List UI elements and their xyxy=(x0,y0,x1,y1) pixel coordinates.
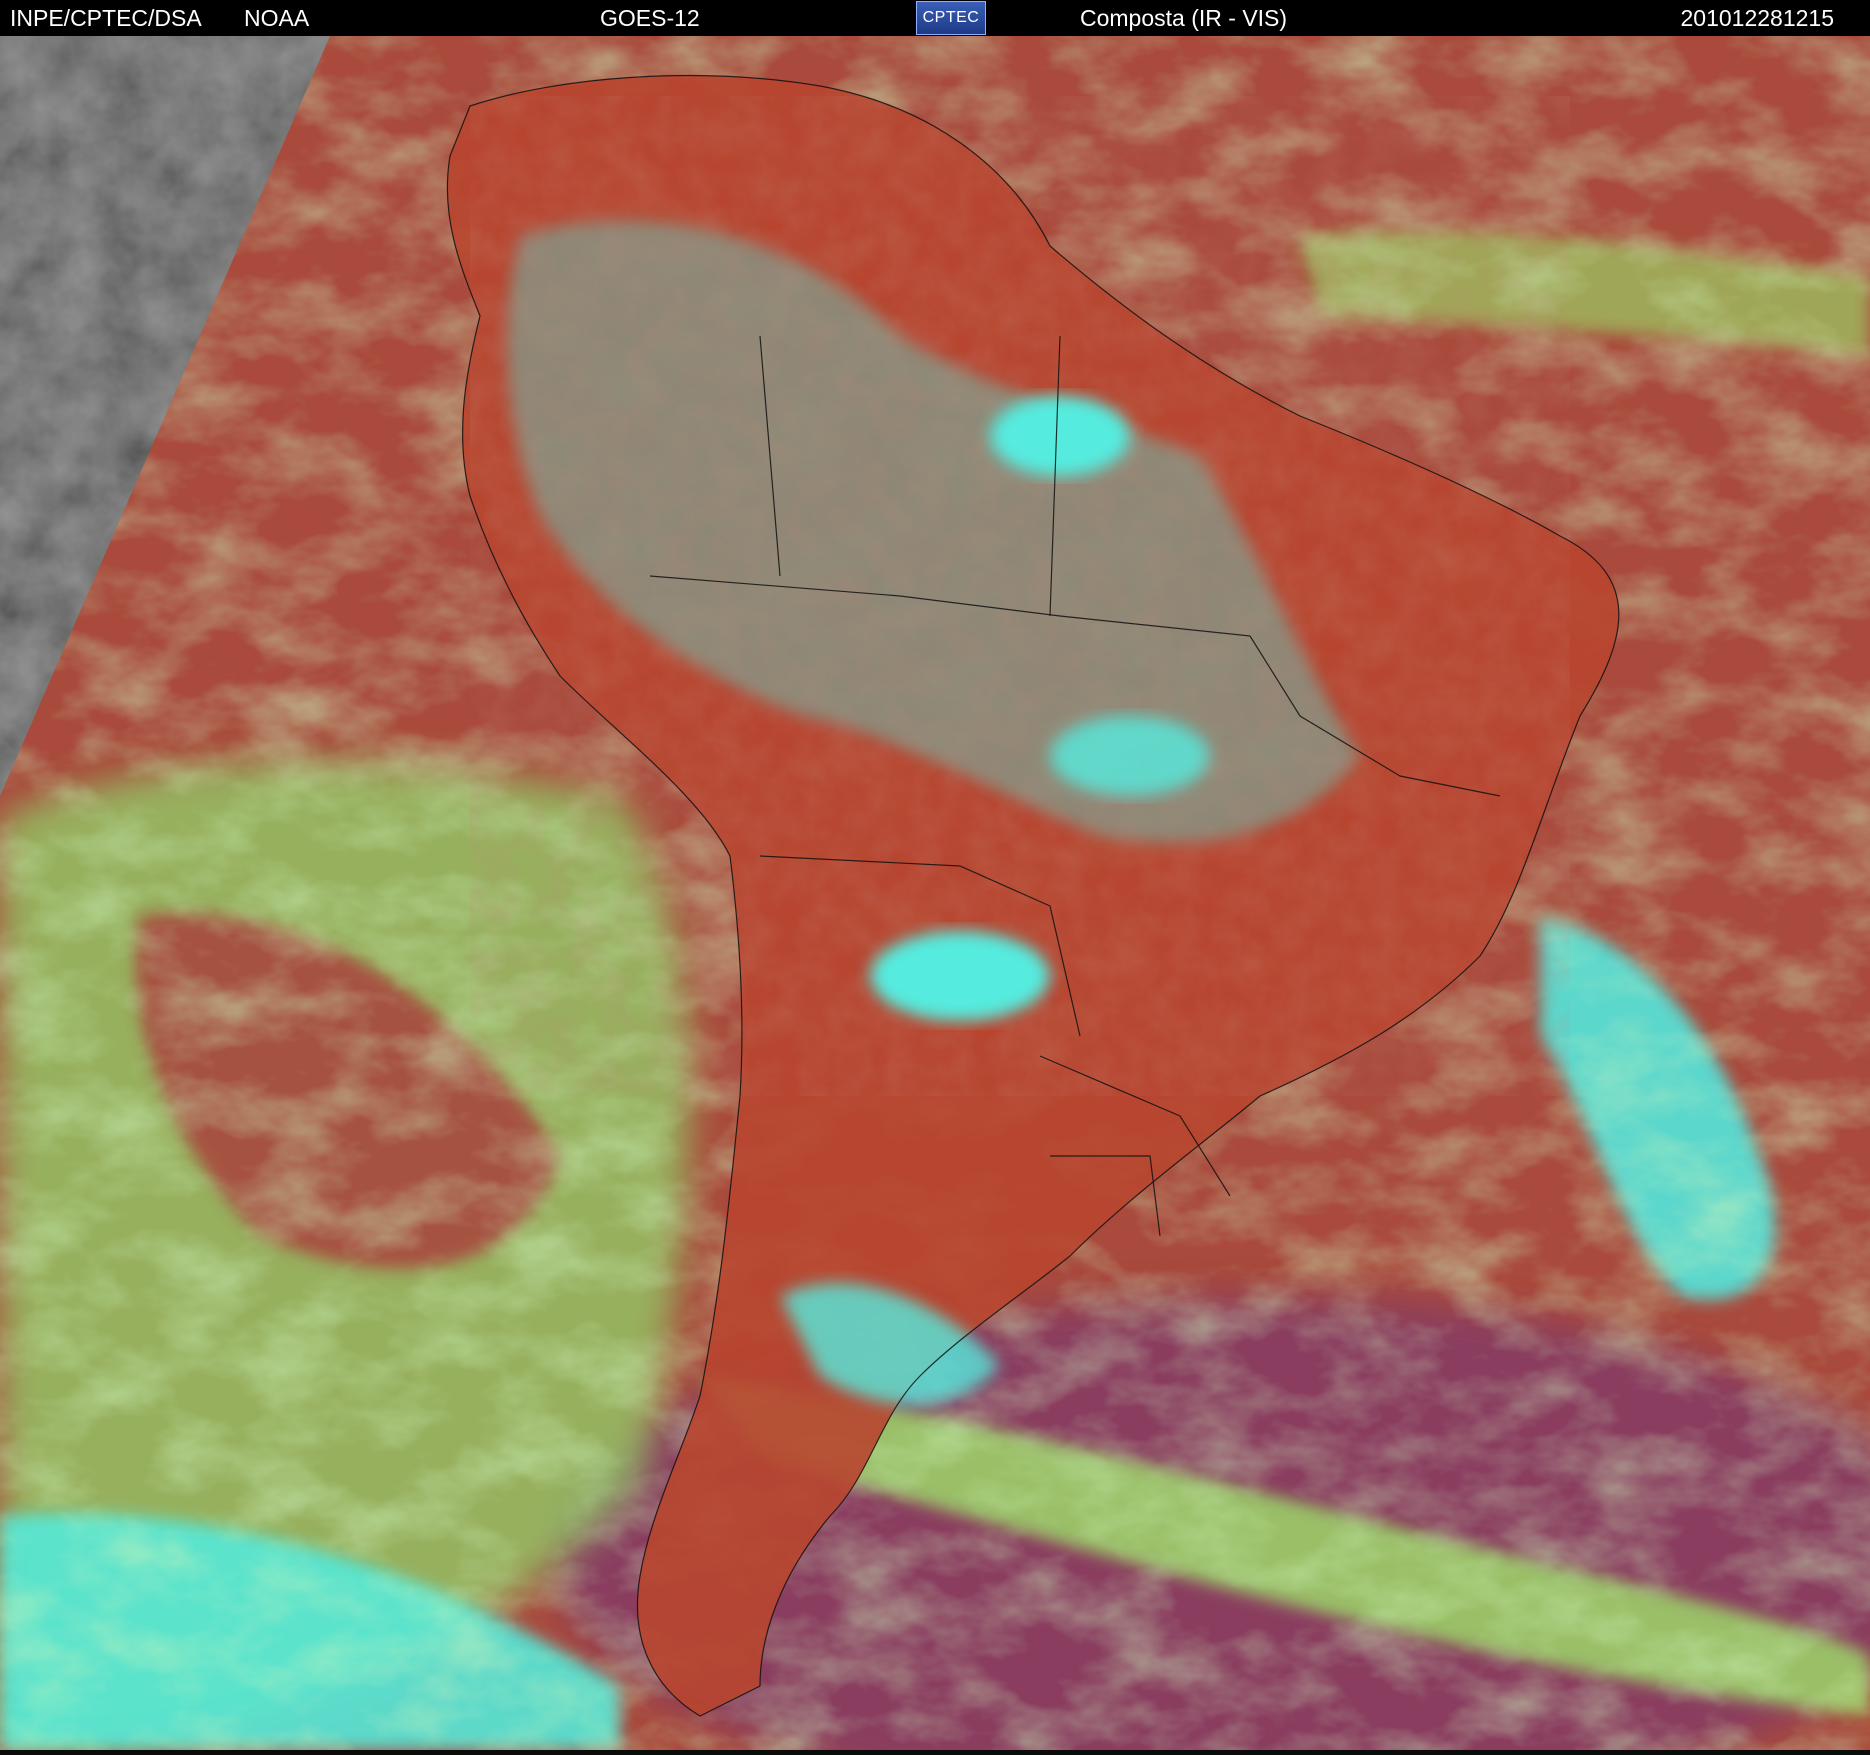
cloud-cell-paraguay xyxy=(870,931,1050,1021)
satellite-image xyxy=(0,36,1870,1750)
title-bar: INPE/CPTEC/DSA NOAA GOES-12 CPTEC Compos… xyxy=(0,0,1870,36)
cptec-logo: CPTEC xyxy=(916,1,986,35)
cloud-cell-amazon xyxy=(990,396,1130,476)
organization-label: INPE/CPTEC/DSA xyxy=(10,5,202,31)
timestamp-label: 201012281215 xyxy=(1680,5,1835,31)
product-label: Composta (IR - VIS) xyxy=(1080,5,1288,31)
cloud-cell-central-brazil xyxy=(1050,716,1210,796)
composite-imagery xyxy=(0,36,1870,1750)
satellite-label: GOES-12 xyxy=(600,5,700,31)
agency-label: NOAA xyxy=(244,5,310,31)
